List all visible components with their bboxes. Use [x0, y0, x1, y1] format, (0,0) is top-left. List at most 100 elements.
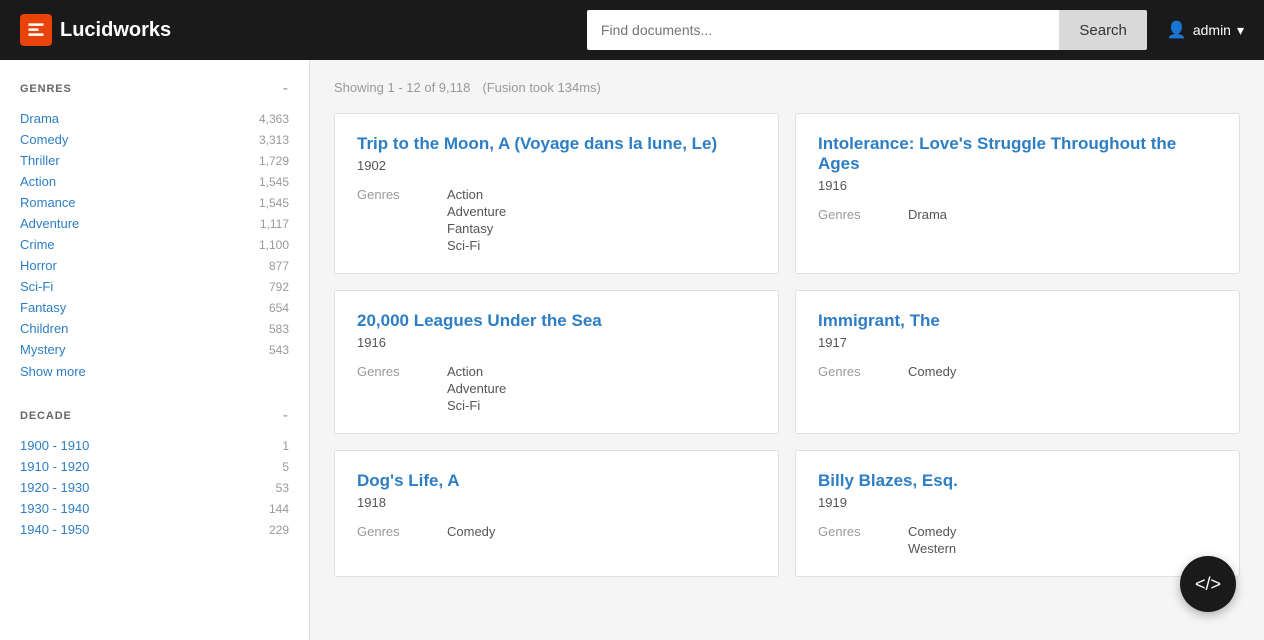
card-meta: Genres Comedy Western	[818, 524, 1217, 556]
logo-icon	[20, 14, 52, 46]
genre-facet-item[interactable]: Mystery 543	[20, 339, 289, 360]
card-genre: Comedy	[908, 524, 956, 539]
card-genre: Western	[908, 541, 956, 556]
result-card: 20,000 Leagues Under the Sea 1916 Genres…	[334, 290, 779, 434]
card-genre: Sci-Fi	[447, 238, 506, 253]
decade-facet-item[interactable]: 1920 - 1930 53	[20, 477, 289, 498]
admin-menu[interactable]: 👤 admin ▾	[1167, 20, 1244, 40]
card-year: 1917	[818, 335, 1217, 350]
fab-button[interactable]: </>	[1180, 556, 1236, 612]
decade-facet-link[interactable]: 1920 - 1930	[20, 480, 89, 495]
card-title[interactable]: 20,000 Leagues Under the Sea	[357, 311, 756, 331]
card-title[interactable]: Trip to the Moon, A (Voyage dans la lune…	[357, 134, 756, 154]
result-card: Trip to the Moon, A (Voyage dans la lune…	[334, 113, 779, 274]
genre-facet-link[interactable]: Adventure	[20, 216, 79, 231]
card-meta: Genres ActionAdventureSci-Fi	[357, 364, 756, 413]
genre-facet-item[interactable]: Children 583	[20, 318, 289, 339]
card-meta: Genres ActionAdventureFantasySci-Fi	[357, 187, 756, 253]
genre-facet-item[interactable]: Thriller 1,729	[20, 150, 289, 171]
results-info: Showing 1 - 12 of 9,118 (Fusion took 134…	[334, 80, 1240, 95]
decade-facet-count: 53	[276, 481, 289, 495]
genre-facet-count: 1,729	[259, 154, 289, 168]
fusion-timing: (Fusion took 134ms)	[482, 80, 601, 95]
card-year: 1902	[357, 158, 756, 173]
genre-facet-link[interactable]: Action	[20, 174, 56, 189]
card-meta: Genres Comedy	[357, 524, 756, 539]
card-genre: Adventure	[447, 381, 506, 396]
card-genre: Drama	[908, 207, 947, 222]
card-genres-list: Action Adventure Sci-Fi	[447, 364, 506, 413]
genre-facet-count: 3,313	[259, 133, 289, 147]
app-header: Lucidworks Search 👤 admin ▾	[0, 0, 1264, 60]
genre-facet-count: 877	[269, 259, 289, 273]
genre-facet-item[interactable]: Adventure 1,117	[20, 213, 289, 234]
genre-facet-item[interactable]: Action 1,545	[20, 171, 289, 192]
genre-facet-link[interactable]: Children	[20, 321, 68, 336]
card-genres-list: Comedy	[447, 524, 495, 539]
genre-facet-count: 583	[269, 322, 289, 336]
decade-facet-count: 144	[269, 502, 289, 516]
genre-facet-count: 792	[269, 280, 289, 294]
card-genre: Adventure	[447, 204, 506, 219]
card-genres-list: ActionAdventureFantasySci-Fi	[447, 187, 506, 253]
card-title[interactable]: Dog's Life, A	[357, 471, 756, 491]
genre-facet-count: 1,100	[259, 238, 289, 252]
genre-facet-item[interactable]: Fantasy 654	[20, 297, 289, 318]
card-title[interactable]: Intolerance: Love's Struggle Throughout …	[818, 134, 1217, 174]
decade-facet-link[interactable]: 1940 - 1950	[20, 522, 89, 537]
decade-facet-count: 229	[269, 523, 289, 537]
admin-label: admin	[1193, 22, 1231, 38]
card-genres-list: Comedy	[908, 364, 956, 379]
decade-toggle[interactable]: -	[283, 407, 289, 425]
genre-facet-link[interactable]: Horror	[20, 258, 57, 273]
chevron-down-icon: ▾	[1237, 22, 1244, 39]
decade-facet-link[interactable]: 1930 - 1940	[20, 501, 89, 516]
genre-facet-link[interactable]: Thriller	[20, 153, 60, 168]
main-layout: GENRES - Drama 4,363 Comedy 3,313 Thrill…	[0, 60, 1264, 640]
show-more-genres[interactable]: Show more	[20, 360, 289, 383]
genres-meta-label: Genres	[818, 524, 878, 556]
decade-facet-link[interactable]: 1900 - 1910	[20, 438, 89, 453]
card-genre: Action	[447, 364, 506, 379]
decade-list: 1900 - 1910 1 1910 - 1920 5 1920 - 1930 …	[20, 435, 289, 540]
genre-facet-item[interactable]: Horror 877	[20, 255, 289, 276]
decade-facet-item[interactable]: 1940 - 1950 229	[20, 519, 289, 540]
genre-facet-link[interactable]: Romance	[20, 195, 76, 210]
genre-facet-item[interactable]: Sci-Fi 792	[20, 276, 289, 297]
result-card: Billy Blazes, Esq. 1919 Genres ComedyWes…	[795, 450, 1240, 577]
genres-toggle[interactable]: -	[283, 80, 289, 98]
sidebar: GENRES - Drama 4,363 Comedy 3,313 Thrill…	[0, 60, 310, 640]
decade-facet-link[interactable]: 1910 - 1920	[20, 459, 89, 474]
card-title[interactable]: Billy Blazes, Esq.	[818, 471, 1217, 491]
genre-facet-count: 1,545	[259, 196, 289, 210]
genre-facet-link[interactable]: Sci-Fi	[20, 279, 53, 294]
genre-facet-link[interactable]: Fantasy	[20, 300, 66, 315]
search-input[interactable]	[587, 10, 1059, 50]
decade-facet-item[interactable]: 1910 - 1920 5	[20, 456, 289, 477]
genres-facet: GENRES - Drama 4,363 Comedy 3,313 Thrill…	[20, 80, 289, 383]
card-title[interactable]: Immigrant, The	[818, 311, 1217, 331]
genre-facet-link[interactable]: Comedy	[20, 132, 68, 147]
search-button[interactable]: Search	[1059, 10, 1147, 50]
genre-facet-item[interactable]: Crime 1,100	[20, 234, 289, 255]
genre-facet-count: 654	[269, 301, 289, 315]
genre-facet-link[interactable]: Drama	[20, 111, 59, 126]
genres-meta-label: Genres	[357, 187, 417, 253]
genre-facet-link[interactable]: Mystery	[20, 342, 66, 357]
decade-facet-item[interactable]: 1930 - 1940 144	[20, 498, 289, 519]
results-area: Showing 1 - 12 of 9,118 (Fusion took 134…	[310, 60, 1264, 640]
genre-facet-link[interactable]: Crime	[20, 237, 55, 252]
card-genre: Sci-Fi	[447, 398, 506, 413]
genre-facet-item[interactable]: Drama 4,363	[20, 108, 289, 129]
genre-facet-count: 1,545	[259, 175, 289, 189]
genre-facet-item[interactable]: Comedy 3,313	[20, 129, 289, 150]
genres-meta-label: Genres	[357, 524, 417, 539]
decade-facet-item[interactable]: 1900 - 1910 1	[20, 435, 289, 456]
genre-facet-item[interactable]: Romance 1,545	[20, 192, 289, 213]
card-genres-list: Comedy Western	[908, 524, 956, 556]
result-card: Immigrant, The 1917 Genres Comedy	[795, 290, 1240, 434]
genre-facet-count: 4,363	[259, 112, 289, 126]
genres-list: Drama 4,363 Comedy 3,313 Thriller 1,729 …	[20, 108, 289, 360]
card-year: 1918	[357, 495, 756, 510]
genres-meta-label: Genres	[818, 207, 878, 222]
